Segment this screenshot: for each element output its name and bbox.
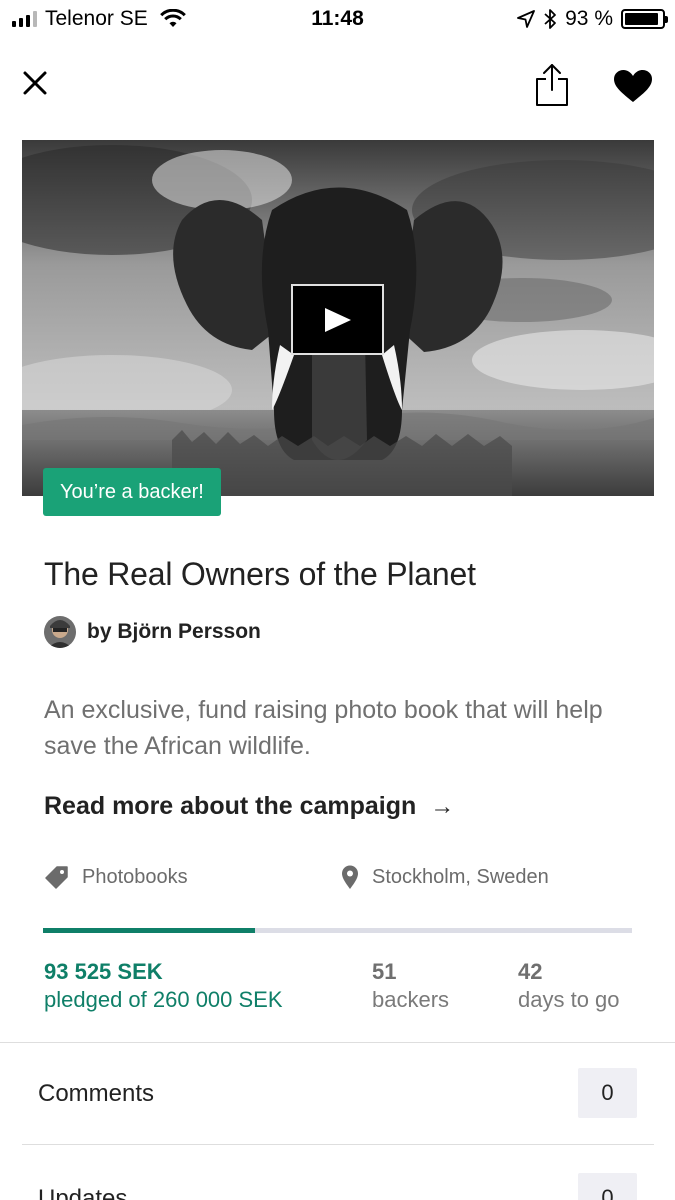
location-arrow-icon	[517, 10, 536, 28]
funding-progress-bar	[43, 928, 632, 933]
project-blurb: An exclusive, fund raising photo book th…	[44, 696, 603, 760]
share-button[interactable]	[532, 62, 572, 108]
creator-name: by Björn Persson	[87, 620, 261, 643]
close-icon	[23, 71, 47, 95]
comments-row[interactable]: Comments 0	[0, 1043, 675, 1145]
top-nav	[0, 58, 675, 114]
row-divider	[22, 1144, 654, 1145]
location-label: Stockholm, Sweden	[372, 865, 549, 888]
status-bar: Telenor SE 11:48 93 %	[0, 0, 675, 40]
creator-link[interactable]: by Björn Persson	[44, 616, 261, 648]
comments-label: Comments	[38, 1080, 155, 1107]
close-button[interactable]	[20, 68, 50, 98]
project-title: The Real Owners of the Planet	[44, 556, 476, 592]
heart-icon	[614, 70, 652, 102]
backers-count: 51	[372, 959, 397, 984]
creator-avatar	[44, 616, 76, 648]
days-label: days to go	[518, 987, 620, 1012]
funding-progress-fill	[43, 928, 256, 933]
pledged-goal: pledged of 260 000 SEK	[44, 987, 283, 1012]
arrow-right-icon: →	[430, 792, 455, 820]
read-more-link[interactable]: Read more about the campaign →	[44, 792, 454, 821]
battery-percent: 93 %	[565, 7, 613, 30]
location-pin-icon	[342, 865, 358, 889]
updates-row[interactable]: Updates 0	[0, 1148, 675, 1200]
days-count: 42	[518, 959, 543, 984]
project-video-thumbnail[interactable]	[22, 140, 654, 496]
battery-icon	[621, 9, 668, 29]
tag-icon	[45, 866, 68, 889]
share-icon	[536, 64, 568, 106]
play-icon	[324, 307, 351, 332]
backer-badge: You’re a backer!	[43, 468, 221, 516]
play-video-button[interactable]	[291, 284, 384, 355]
battery-level	[625, 13, 659, 25]
comments-count: 0	[578, 1068, 637, 1118]
read-more-label: Read more about the campaign	[44, 792, 417, 820]
status-right: 93 %	[517, 7, 668, 31]
days-stat: 42 days to go	[518, 958, 620, 1014]
updates-label: Updates	[38, 1185, 128, 1200]
bluetooth-icon	[544, 9, 557, 29]
pledged-stat: 93 525 SEK pledged of 260 000 SEK	[44, 958, 283, 1014]
backers-label: backers	[372, 987, 450, 1012]
location-link[interactable]: Stockholm, Sweden	[340, 864, 549, 890]
category-link[interactable]: Photobooks	[44, 864, 188, 890]
pledged-amount: 93 525 SEK	[44, 959, 163, 984]
category-label: Photobooks	[82, 865, 188, 888]
favorite-button[interactable]	[612, 68, 654, 104]
updates-count: 0	[578, 1173, 637, 1200]
backers-stat: 51 backers	[372, 958, 449, 1014]
